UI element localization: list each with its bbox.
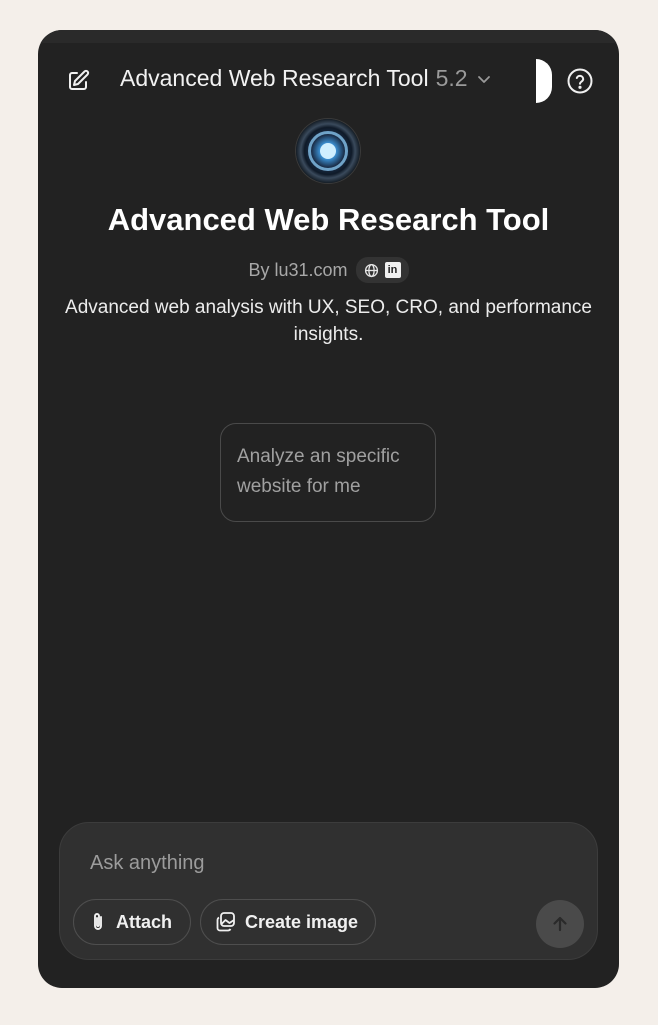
attach-label: Attach	[116, 911, 173, 932]
help-circle-icon	[567, 68, 593, 94]
conversation-starter[interactable]: Analyze an specific website for me	[220, 423, 436, 522]
byline-author[interactable]: By lu31.com	[248, 260, 347, 281]
arrow-up-icon	[553, 916, 567, 932]
header-bar: Advanced Web Research Tool 5.2	[38, 43, 619, 119]
chevron-down-icon	[476, 71, 492, 87]
new-chat-button[interactable]	[64, 67, 92, 95]
linkedin-icon[interactable]: in	[384, 262, 401, 278]
model-version: 5.2	[435, 65, 468, 91]
avatar-core	[320, 143, 336, 159]
gpt-description: Advanced web analysis with UX, SEO, CRO,…	[65, 297, 592, 345]
paperclip-icon	[94, 913, 102, 930]
compose-icon	[69, 69, 90, 90]
image-icon	[216, 912, 235, 932]
model-selector[interactable]: Advanced Web Research Tool 5.2	[120, 65, 492, 92]
globe-icon[interactable]	[364, 263, 379, 278]
model-name: Advanced Web Research Tool	[120, 65, 429, 91]
chat-window: Advanced Web Research Tool 5.2 Advanced …	[38, 30, 619, 988]
gpt-title: Advanced Web Research Tool	[107, 202, 550, 237]
byline: By lu31.com in	[38, 257, 619, 283]
help-button[interactable]	[566, 67, 594, 95]
author-links: in	[355, 257, 409, 283]
composer: Attach Create image	[59, 822, 598, 960]
gpt-avatar	[296, 119, 360, 183]
send-button[interactable]	[536, 900, 584, 948]
create-image-label: Create image	[245, 911, 359, 932]
create-image-button[interactable]: Create image	[200, 899, 376, 945]
attach-button[interactable]: Attach	[73, 899, 191, 945]
overlay-handle	[536, 59, 552, 103]
top-strip	[38, 30, 619, 43]
message-input[interactable]	[88, 847, 532, 879]
